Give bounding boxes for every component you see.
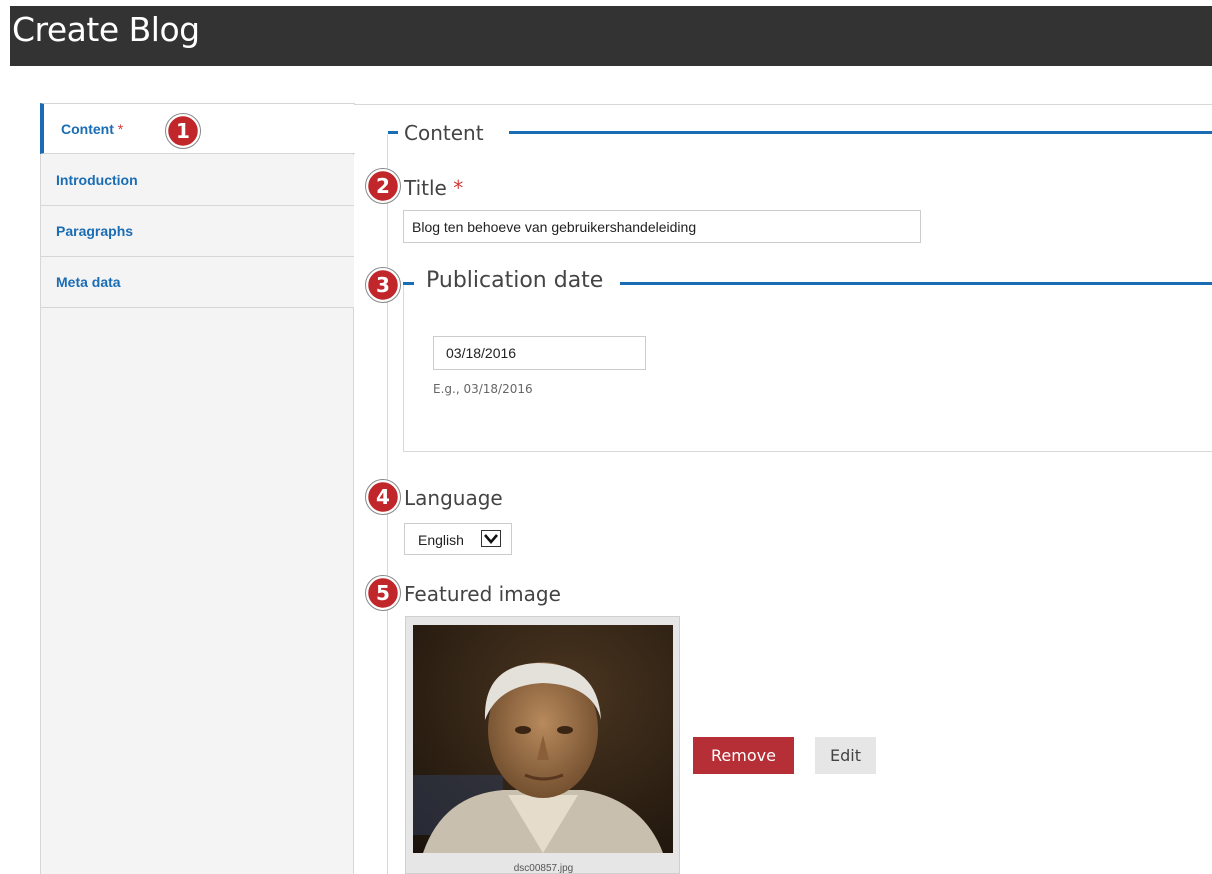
publication-date-hint: E.g., 03/18/2016 xyxy=(433,382,533,396)
publication-date-input[interactable] xyxy=(433,336,646,370)
featured-image-filename: dsc00857.jpg xyxy=(513,863,574,874)
legend-line-right xyxy=(509,131,1212,134)
annotation-badge-3: 3 xyxy=(365,267,401,303)
edit-image-button[interactable]: Edit xyxy=(815,737,876,774)
legend-line-right xyxy=(620,282,1212,285)
language-select[interactable]: English xyxy=(404,523,512,555)
annotation-badge-2: 2 xyxy=(365,168,401,204)
title-input[interactable] xyxy=(403,210,921,243)
panel-top-border xyxy=(354,104,1212,105)
featured-image-label: Featured image xyxy=(404,582,561,606)
title-label: Title * xyxy=(404,176,463,200)
annotation-badge-4: 4 xyxy=(365,479,401,515)
page-header: Create Blog xyxy=(10,6,1212,66)
vertical-tabs-sidebar: Content * Introduction Paragraphs Meta d… xyxy=(40,103,355,874)
title-label-text: Title xyxy=(404,176,447,200)
required-marker: * xyxy=(117,121,124,137)
featured-image-thumbnail xyxy=(413,625,673,853)
legend-line-left xyxy=(403,282,414,285)
page-title: Create Blog xyxy=(12,10,200,49)
annotation-badge-1: 1 xyxy=(165,113,201,149)
tab-meta-data-label: Meta data xyxy=(56,274,121,290)
tab-introduction[interactable]: Introduction xyxy=(41,155,354,206)
annotation-badge-5-number: 5 xyxy=(376,581,390,605)
tab-paragraphs[interactable]: Paragraphs xyxy=(41,206,354,257)
annotation-badge-3-number: 3 xyxy=(376,273,390,297)
tab-introduction-label: Introduction xyxy=(56,172,138,188)
annotation-badge-4-number: 4 xyxy=(376,485,390,509)
annotation-badge-5: 5 xyxy=(365,575,401,611)
publication-date-legend: Publication date xyxy=(420,268,610,293)
remove-image-button[interactable]: Remove xyxy=(693,737,794,774)
chevron-down-icon xyxy=(481,530,501,547)
tab-paragraphs-label: Paragraphs xyxy=(56,223,134,239)
tab-meta-data[interactable]: Meta data xyxy=(41,257,354,308)
tab-content-label: Content xyxy=(61,121,114,137)
language-selected-value: English xyxy=(418,532,464,548)
required-marker: * xyxy=(453,176,464,200)
annotation-badge-1-number: 1 xyxy=(176,119,190,143)
language-label: Language xyxy=(404,486,503,510)
content-legend: Content xyxy=(404,121,490,145)
featured-image-card: dsc00857.jpg xyxy=(405,616,680,874)
annotation-badge-2-number: 2 xyxy=(376,174,390,198)
legend-line-left xyxy=(388,131,398,134)
